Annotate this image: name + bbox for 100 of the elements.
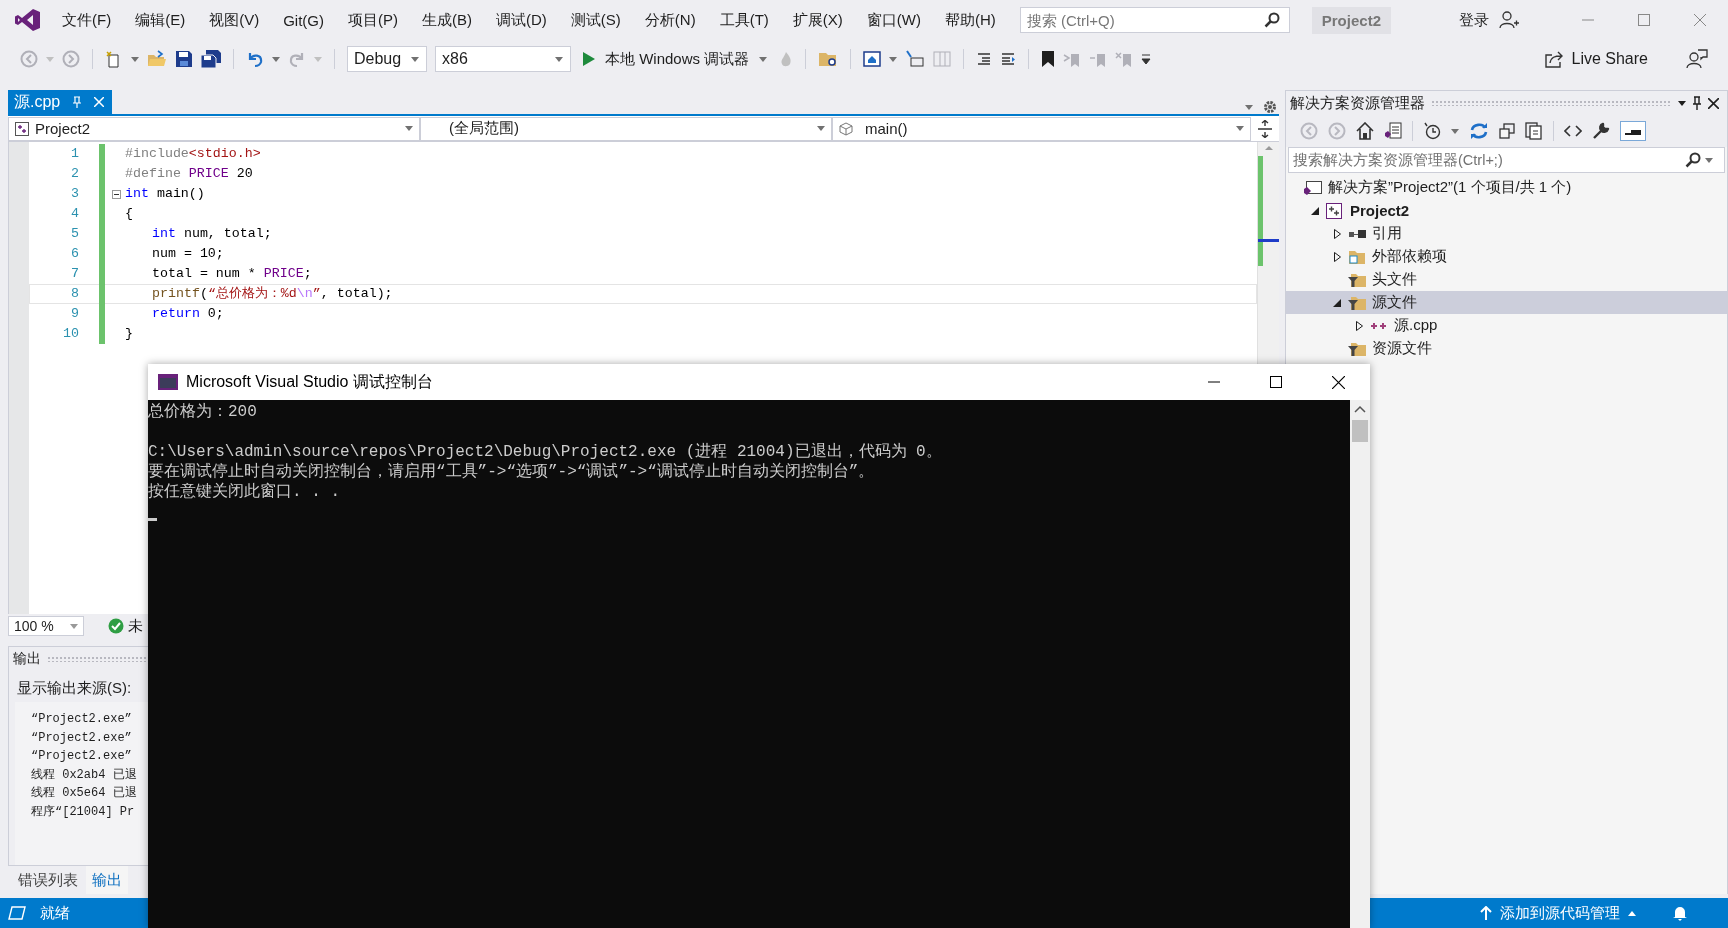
browser-icon[interactable]: [863, 50, 882, 68]
line-number: 2: [70, 165, 79, 183]
window-title: Microsoft Visual Studio 调试控制台: [186, 371, 433, 392]
menu-item[interactable]: 扩展(X): [780, 5, 855, 35]
live-share-button[interactable]: Live Share: [1543, 50, 1648, 68]
code-icon[interactable]: [1564, 124, 1582, 138]
tree-item[interactable]: 源.cpp: [1286, 314, 1727, 337]
maximize-icon[interactable]: [1270, 375, 1282, 388]
menu-item[interactable]: 文件(F): [50, 5, 124, 35]
expanded-arrow-icon[interactable]: [1311, 206, 1319, 215]
configuration-dropdown[interactable]: Debug: [347, 46, 427, 72]
panel-tab[interactable]: 输出: [86, 866, 128, 894]
bookmark-icon[interactable]: [1041, 50, 1056, 68]
caret-icon: [314, 56, 322, 62]
cube-icon: [839, 121, 853, 136]
zoom-dropdown[interactable]: 100 %: [8, 616, 84, 636]
caret-icon: [46, 56, 54, 62]
menu-item[interactable]: 工具(T): [707, 5, 781, 35]
tree-item[interactable]: 引用: [1286, 222, 1727, 245]
menu-item[interactable]: 视图(V): [197, 5, 272, 35]
caret-icon: [70, 623, 78, 629]
project-dropdown[interactable]: Project2: [8, 116, 420, 141]
run-button[interactable]: 本地 Windows 调试器: [579, 49, 772, 69]
filter-folder-icon: [1348, 271, 1366, 288]
panel-title: 解决方案资源管理器: [1290, 93, 1425, 113]
windows-icon[interactable]: [1499, 123, 1515, 139]
tree-item[interactable]: 外部依赖项: [1286, 245, 1727, 268]
share-icon: [1543, 50, 1564, 68]
menu-item[interactable]: 窗口(W): [854, 5, 933, 35]
output-line: 线程 0x2ab4 已退: [31, 766, 138, 784]
line-number: 9: [70, 305, 79, 323]
menu-item[interactable]: Git(G): [271, 5, 336, 35]
caret-icon: [1628, 910, 1636, 916]
expanded-arrow-icon[interactable]: [1333, 298, 1341, 307]
collapsed-arrow-icon[interactable]: [1333, 251, 1341, 262]
menu-item[interactable]: 测试(S): [558, 5, 633, 35]
split-icon[interactable]: [1257, 119, 1273, 138]
filter-folder-icon: [1348, 340, 1366, 357]
menu-item[interactable]: 分析(N): [632, 5, 708, 35]
find-folder-icon[interactable]: [818, 50, 839, 68]
menu-item[interactable]: 调试(D): [484, 5, 559, 35]
collapsed-arrow-icon[interactable]: [1355, 320, 1363, 331]
caret-icon: [131, 56, 139, 62]
source-label: 显示输出来源(S):: [17, 679, 132, 696]
settings-icon[interactable]: [1263, 100, 1277, 114]
pin-icon[interactable]: [1692, 96, 1702, 110]
add-user-icon[interactable]: [1499, 10, 1519, 30]
sign-in-link[interactable]: 登录: [1459, 10, 1489, 30]
bell-icon[interactable]: [1672, 905, 1688, 921]
tree-item[interactable]: 头文件: [1286, 268, 1727, 291]
output-line: “Project2.exe”: [31, 748, 133, 765]
collapsed-arrow-icon[interactable]: [1333, 228, 1341, 239]
feedback-icon[interactable]: [1686, 49, 1708, 69]
tree-item[interactable]: 源文件: [1286, 291, 1727, 314]
line-number: 1: [70, 145, 79, 163]
collapse-box-icon[interactable]: [111, 189, 121, 199]
close-icon[interactable]: [1332, 375, 1345, 389]
menu-item[interactable]: 生成(B): [410, 5, 484, 35]
document-icon[interactable]: [1384, 122, 1402, 140]
source-control-button[interactable]: 添加到源代码管理: [1480, 903, 1636, 923]
indent-icon[interactable]: [1000, 51, 1017, 67]
save-icon[interactable]: [175, 50, 193, 68]
code-line: {: [124, 205, 133, 223]
close-icon[interactable]: [1708, 97, 1719, 109]
overflow-icon[interactable]: [1141, 53, 1152, 65]
caret-icon: [1678, 100, 1686, 106]
scope-dropdown[interactable]: (全局范围): [420, 116, 832, 141]
menu-item[interactable]: 项目(P): [336, 5, 410, 35]
menu-item[interactable]: 帮助(H): [932, 5, 1008, 35]
wrench-icon[interactable]: [1592, 122, 1610, 140]
menu-item[interactable]: 编辑(E): [123, 5, 198, 35]
search-field[interactable]: 搜索解决方案资源管理器(Ctrl+;): [1288, 147, 1725, 173]
code-line: total = num * PRICE;: [151, 265, 312, 283]
tree-item[interactable]: 资源文件: [1286, 337, 1727, 360]
sync-icon[interactable]: [1469, 122, 1489, 140]
caret-icon: [272, 56, 280, 62]
check-circle-icon: [108, 618, 124, 634]
code-line: int num, total;: [151, 225, 272, 243]
caret-icon: [555, 56, 563, 62]
open-folder-icon[interactable]: [147, 50, 167, 68]
panel-tab[interactable]: 错误列表: [12, 866, 84, 894]
home-icon[interactable]: [1356, 122, 1374, 140]
platform-dropdown[interactable]: x86: [435, 46, 571, 72]
plus-plus-icon: [1370, 320, 1388, 331]
save-all-icon[interactable]: [201, 50, 221, 68]
member-dropdown[interactable]: main(): [832, 116, 1251, 141]
clock-icon[interactable]: [1423, 122, 1441, 140]
outdent-icon[interactable]: [976, 51, 993, 67]
solution-name: Project2: [1311, 6, 1391, 34]
status-text: 就绪: [40, 903, 70, 923]
caret-icon: [817, 126, 825, 131]
line-number: 10: [62, 325, 79, 343]
search-field[interactable]: 搜索 (Ctrl+Q): [1019, 7, 1290, 33]
code-line: num = 10;: [151, 245, 224, 263]
undo-icon[interactable]: [246, 50, 264, 68]
line-number: 8: [70, 285, 79, 303]
line-number: 3: [70, 185, 79, 203]
tree-item[interactable]: 解决方案”Project2”(1 个项目/共 1 个): [1286, 176, 1727, 199]
tree-item[interactable]: Project2: [1286, 199, 1727, 222]
pages-icon[interactable]: [1525, 122, 1543, 140]
